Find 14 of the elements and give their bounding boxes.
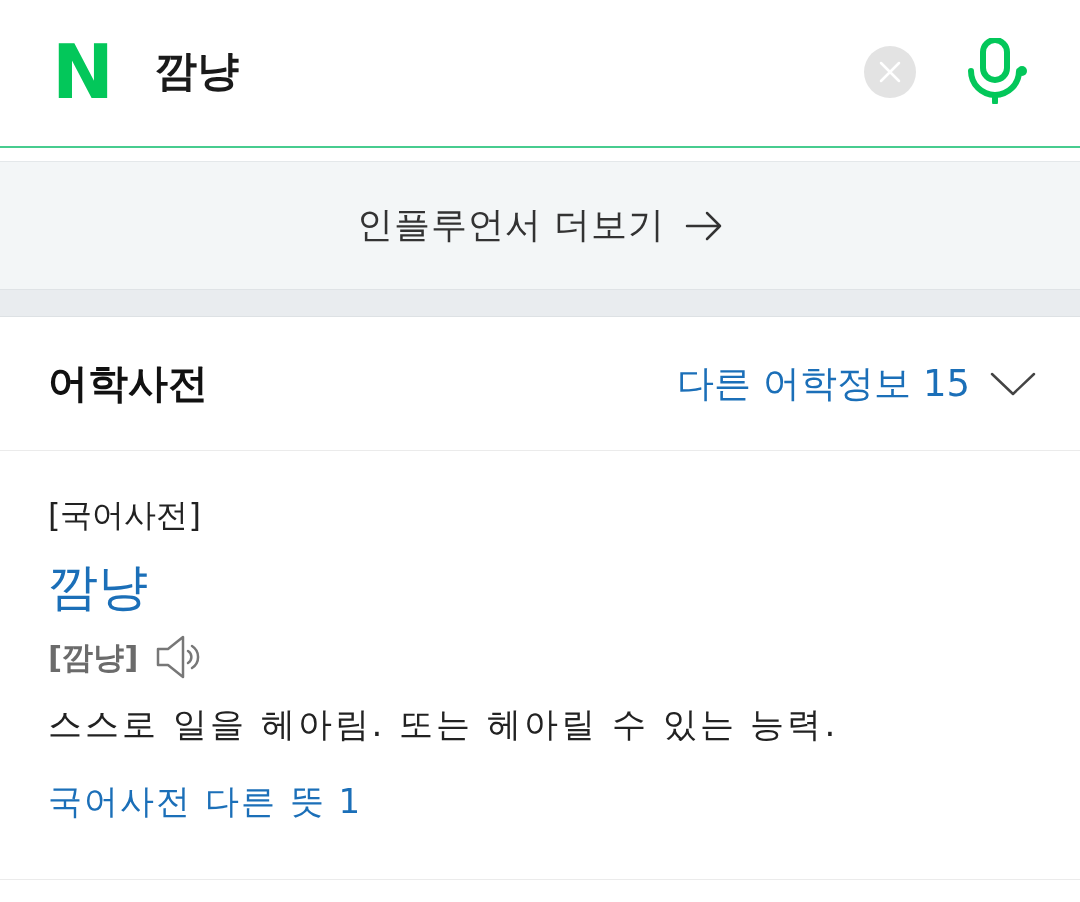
dictionary-source: [국어사전]	[48, 495, 201, 536]
search-query[interactable]: 깜냥	[154, 43, 239, 99]
arrow-right-icon	[685, 210, 724, 241]
microphone-icon	[966, 38, 1028, 104]
section-title: 어학사전	[48, 359, 208, 408]
definition: 스스로 일을 헤아림. 또는 헤아릴 수 있는 능력.	[48, 703, 839, 746]
other-meanings-link[interactable]: 국어사전 다른 뜻 1	[48, 777, 363, 825]
microphone-button[interactable]	[966, 38, 1028, 104]
pronunciation: [깜냥]	[48, 638, 139, 677]
headword-link[interactable]: 깜냥	[48, 555, 148, 619]
close-icon	[879, 61, 901, 83]
influencer-more-button[interactable]: 인플루언서 더보기	[0, 162, 1080, 290]
more-language-info-link[interactable]: 다른 어학정보 15	[677, 358, 1036, 409]
clear-button[interactable]	[864, 46, 916, 98]
